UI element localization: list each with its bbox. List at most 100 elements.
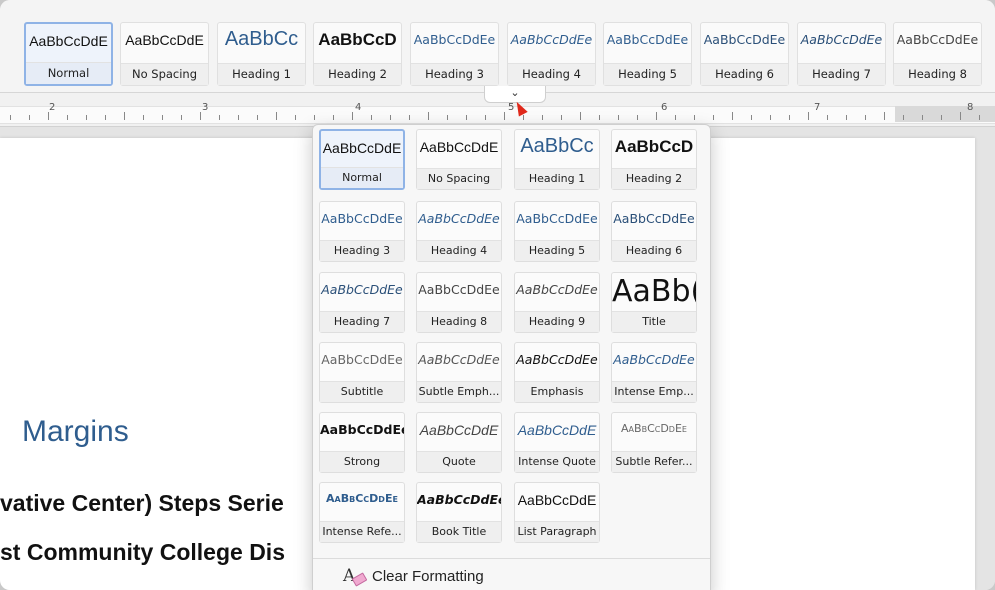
collapse-gallery-button[interactable]: ⌄ bbox=[484, 86, 546, 103]
ruler-tick bbox=[751, 115, 752, 120]
gallery-style-subtle-emph[interactable]: AaBbCcDdEe Subtle Emph... bbox=[416, 342, 502, 403]
style-label: Heading 5 bbox=[515, 240, 599, 261]
gallery-style-intense-quote[interactable]: AaBbCcDdE Intense Quote bbox=[514, 412, 600, 473]
ribbon-style-heading-5[interactable]: AaBbCcDdEe Heading 5 bbox=[603, 22, 692, 86]
ruler-tick bbox=[447, 115, 448, 120]
ribbon-style-heading-7[interactable]: AaBbCcDdEe Heading 7 bbox=[797, 22, 886, 86]
gallery-style-list-paragraph[interactable]: AaBbCcDdE List Paragraph bbox=[514, 482, 600, 543]
ribbon-style-heading-4[interactable]: AaBbCcDdEe Heading 4 bbox=[507, 22, 596, 86]
gallery-style-book-title[interactable]: AaBbCcDdEe Book Title bbox=[416, 482, 502, 543]
ruler-tick bbox=[466, 115, 467, 120]
gallery-style-no-spacing[interactable]: AaBbCcDdE No Spacing bbox=[416, 129, 502, 190]
style-sample: AaBbCcDdEe bbox=[321, 352, 403, 367]
gallery-style-strong[interactable]: AaBbCcDdEe Strong bbox=[319, 412, 405, 473]
ruler-tick bbox=[181, 115, 182, 120]
ruler-tick bbox=[371, 115, 372, 120]
style-label: Subtle Refer... bbox=[612, 451, 696, 472]
gallery-style-heading-2[interactable]: AaBbCcD Heading 2 bbox=[611, 129, 697, 190]
ruler-tick bbox=[542, 115, 543, 120]
ribbon-style-normal[interactable]: AaBbCcDdE Normal bbox=[24, 22, 113, 86]
document-bold-line-1[interactable]: vative Center) Steps Serie bbox=[0, 490, 284, 517]
ruler-tick bbox=[504, 112, 505, 120]
gallery-style-heading-8[interactable]: AaBbCcDdEe Heading 8 bbox=[416, 272, 502, 333]
ruler-number: 2 bbox=[49, 102, 56, 113]
style-sample: AaBbCcDdE bbox=[517, 422, 597, 438]
style-sample: AaBbCcDdEe bbox=[621, 422, 687, 435]
style-sample: AaBbCcDdEe bbox=[800, 32, 883, 47]
ribbon-style-heading-8[interactable]: AaBbCcDdEe Heading 8 bbox=[893, 22, 982, 86]
style-label: Heading 1 bbox=[218, 63, 305, 85]
style-label: Intense Emp... bbox=[612, 381, 696, 402]
ruler-tick bbox=[637, 115, 638, 120]
style-label: Heading 6 bbox=[701, 63, 788, 85]
ribbon-style-heading-1[interactable]: AaBbCc Heading 1 bbox=[217, 22, 306, 86]
ribbon-style-no-spacing[interactable]: AaBbCcDdE No Spacing bbox=[120, 22, 209, 86]
gallery-style-heading-3[interactable]: AaBbCcDdEe Heading 3 bbox=[319, 201, 405, 262]
style-sample: AaBbCcDdEe bbox=[896, 32, 979, 47]
style-sample: AaBbCcDdEe bbox=[326, 492, 398, 505]
ribbon-style-heading-6[interactable]: AaBbCcDdEe Heading 6 bbox=[700, 22, 789, 86]
ruler-tick bbox=[694, 115, 695, 120]
style-sample: AaBbCcDdEe bbox=[703, 32, 786, 47]
document-heading[interactable]: Margins bbox=[22, 415, 129, 449]
ribbon-style-heading-3[interactable]: AaBbCcDdEe Heading 3 bbox=[410, 22, 499, 86]
style-sample: AaBbCcDdEe bbox=[417, 492, 501, 507]
gallery-style-subtitle[interactable]: AaBbCcDdEe Subtitle bbox=[319, 342, 405, 403]
ruler-tick bbox=[238, 115, 239, 120]
style-sample: AaBbCcDdE bbox=[322, 140, 402, 156]
gallery-style-heading-6[interactable]: AaBbCcDdEe Heading 6 bbox=[611, 201, 697, 262]
style-sample: AaBbCcDdEe bbox=[516, 352, 598, 367]
style-label: Heading 7 bbox=[798, 63, 885, 85]
style-label: Quote bbox=[417, 451, 501, 472]
clear-formatting-icon: A bbox=[343, 566, 368, 587]
gallery-style-normal[interactable]: AaBbCcDdE Normal bbox=[319, 129, 405, 190]
clear-formatting-button[interactable]: A Clear Formatting bbox=[313, 558, 710, 590]
ruler-tick bbox=[827, 115, 828, 120]
style-label: Title bbox=[612, 311, 696, 332]
ruler-tick bbox=[86, 115, 87, 120]
ruler-tick bbox=[770, 115, 771, 120]
ruler-tick bbox=[789, 115, 790, 120]
gallery-style-heading-9[interactable]: AaBbCcDdEe Heading 9 bbox=[514, 272, 600, 333]
ruler-number: 3 bbox=[202, 102, 209, 113]
ruler-tick bbox=[922, 115, 923, 120]
style-label: Heading 2 bbox=[612, 168, 696, 189]
ruler-tick bbox=[675, 115, 676, 120]
gallery-style-heading-4[interactable]: AaBbCcDdEe Heading 4 bbox=[416, 201, 502, 262]
style-label: Heading 8 bbox=[417, 311, 501, 332]
gallery-style-title[interactable]: AaBb(Title bbox=[611, 272, 697, 333]
ruler-tick bbox=[10, 115, 11, 120]
style-label: Normal bbox=[321, 167, 403, 188]
gallery-style-intense-refe[interactable]: AaBbCcDdEe Intense Refe... bbox=[319, 482, 405, 543]
gallery-style-heading-5[interactable]: AaBbCcDdEe Heading 5 bbox=[514, 201, 600, 262]
gallery-style-intense-emp[interactable]: AaBbCcDdEe Intense Emp... bbox=[611, 342, 697, 403]
style-sample: AaBbCcDdE bbox=[419, 139, 499, 155]
style-label: Heading 2 bbox=[314, 63, 401, 85]
style-label: Intense Refe... bbox=[320, 521, 404, 542]
style-label: Book Title bbox=[417, 521, 501, 542]
ruler-tick bbox=[713, 115, 714, 120]
style-label: Subtle Emph... bbox=[417, 381, 501, 402]
ruler-tick bbox=[808, 112, 809, 120]
style-label: Heading 3 bbox=[411, 63, 498, 85]
ruler-tick bbox=[523, 115, 524, 120]
style-sample: AaBbCcDdEe bbox=[516, 282, 598, 297]
document-bold-line-2[interactable]: st Community College Dis bbox=[0, 539, 285, 566]
style-label: Heading 6 bbox=[612, 240, 696, 261]
gallery-style-subtle-refer[interactable]: AaBbCcDdEe Subtle Refer... bbox=[611, 412, 697, 473]
gallery-style-heading-7[interactable]: AaBbCcDdEe Heading 7 bbox=[319, 272, 405, 333]
ruler-tick bbox=[257, 115, 258, 120]
ruler-tick bbox=[390, 115, 391, 120]
style-sample: AaBbCcDdE bbox=[29, 33, 108, 49]
ruler-tick bbox=[656, 112, 657, 120]
gallery-style-heading-1[interactable]: AaBbCc Heading 1 bbox=[514, 129, 600, 190]
ruler-number: 8 bbox=[967, 102, 974, 113]
style-sample: AaBbCcDdEe bbox=[510, 32, 593, 47]
ribbon-style-heading-2[interactable]: AaBbCcD Heading 2 bbox=[313, 22, 402, 86]
gallery-style-emphasis[interactable]: AaBbCcDdEe Emphasis bbox=[514, 342, 600, 403]
style-label: Normal bbox=[26, 62, 111, 84]
style-label: Emphasis bbox=[515, 381, 599, 402]
ruler-tick bbox=[314, 115, 315, 120]
ruler-tick bbox=[941, 115, 942, 120]
gallery-style-quote[interactable]: AaBbCcDdE Quote bbox=[416, 412, 502, 473]
